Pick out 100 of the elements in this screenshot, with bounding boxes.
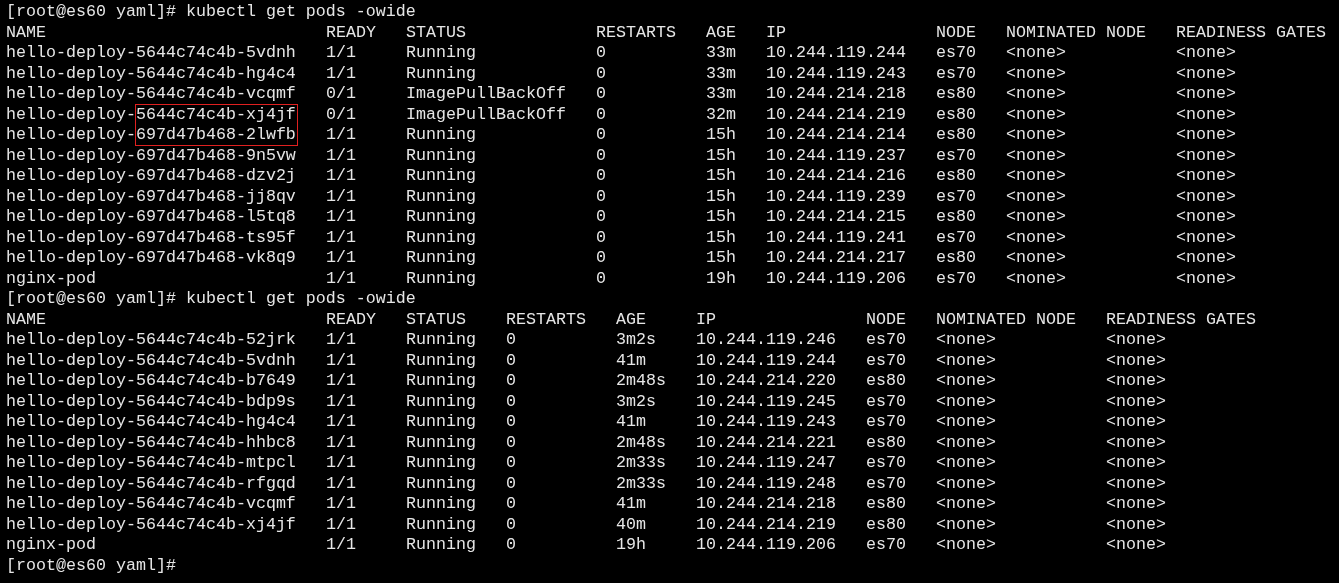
table-cell: 2m48s [616, 371, 666, 390]
table-cell: <none> [1006, 63, 1066, 83]
table-cell: 40m [616, 514, 646, 534]
table-cell: 1/1 [326, 43, 356, 62]
table-cell: hello-deploy-5644c74c4b-5vdnh [6, 43, 296, 62]
table-cell: 10.244.214.221 [696, 432, 836, 452]
table-cell: 0 [506, 391, 516, 411]
table-cell: Running [406, 186, 476, 206]
table-cell: 10.244.119.244 [696, 350, 836, 370]
table-cell: 1/1 [326, 391, 356, 411]
column-header: NODE [866, 309, 906, 329]
table-cell: es70 [936, 227, 976, 247]
table-cell: <none> [1176, 248, 1236, 267]
table-cell: hello-deploy-697d47b468-dzv2j [6, 166, 296, 185]
table-cell: <none> [1176, 84, 1236, 103]
table-cell: <none> [1006, 166, 1066, 185]
table-cell: <none> [1176, 145, 1236, 165]
table-cell: 0 [506, 350, 516, 370]
table-cell: 10.244.214.216 [766, 166, 906, 185]
table-cell: 1/1 [326, 371, 356, 390]
table-cell: 10.244.119.245 [696, 391, 836, 411]
table-cell: es80 [866, 514, 906, 534]
table-cell: 15h [706, 166, 736, 185]
column-header: STATUS [406, 309, 466, 329]
table-cell: es70 [936, 268, 976, 288]
table-cell: es70 [866, 350, 906, 370]
table-cell: 10.244.119.243 [696, 412, 836, 431]
table-cell: 0 [596, 186, 606, 206]
table-cell: 0 [596, 43, 606, 62]
table-cell: es80 [936, 104, 976, 124]
table-cell: hello-deploy-5644c74c4b-hg4c4 [6, 412, 296, 431]
table-cell: hello-deploy-5644c74c4b-bdp9s [6, 391, 296, 411]
table-cell: es80 [936, 125, 976, 144]
table-cell: <none> [1006, 125, 1066, 144]
table-cell: Running [406, 473, 476, 493]
table-cell: <none> [936, 494, 996, 513]
table-cell: <none> [936, 350, 996, 370]
table-cell: <none> [1106, 432, 1166, 452]
table-cell: 41m [616, 412, 646, 431]
table-cell: hello-deploy-5644c74c4b-vcqmf [6, 494, 296, 513]
table-cell: <none> [1176, 166, 1236, 185]
column-header: IP [766, 22, 786, 42]
table-cell: 41m [616, 494, 646, 513]
table-cell: 10.244.119.248 [696, 473, 836, 493]
table-cell: <none> [936, 453, 996, 472]
table-cell: hello-deploy-5644c74c4b-xj4jf [6, 514, 296, 534]
column-header: READINESS GATES [1106, 309, 1256, 329]
table-cell: <none> [1106, 412, 1166, 431]
table-cell: Running [406, 412, 476, 431]
table-cell: <none> [1106, 514, 1166, 534]
table-cell: Running [406, 453, 476, 472]
table-cell: hello-deploy-697d47b468-jj8qv [6, 186, 296, 206]
table-cell: hello-deploy-697d47b468-vk8q9 [6, 248, 296, 267]
table-cell: Running [406, 350, 476, 370]
table-cell: es80 [936, 166, 976, 185]
table-cell: 15h [706, 186, 736, 206]
table-cell: <none> [1106, 371, 1166, 390]
table-cell: 0 [506, 371, 516, 390]
table-cell: 15h [706, 248, 736, 267]
table-cell: es80 [866, 432, 906, 452]
table-cell: 1/1 [326, 145, 356, 165]
column-header: AGE [706, 22, 736, 42]
table-cell: 1/1 [326, 473, 356, 493]
table-cell: 1/1 [326, 350, 356, 370]
table-cell: Running [406, 371, 476, 390]
table-cell: ImagePullBackOff [406, 84, 566, 103]
table-cell: 0 [596, 145, 606, 165]
column-header: READY [326, 309, 376, 329]
table-cell: 15h [706, 125, 736, 144]
table-cell: <none> [1176, 268, 1236, 288]
table-cell: 10.244.214.217 [766, 248, 906, 267]
table-cell: 0/1 [326, 104, 356, 124]
table-cell: 10.244.119.243 [766, 63, 906, 83]
table-cell: es80 [866, 371, 906, 390]
table-cell: <none> [1106, 350, 1166, 370]
table-cell: 0 [596, 268, 606, 288]
table-cell: 3m2s [616, 391, 656, 411]
table-cell: 10.244.214.219 [696, 514, 836, 534]
table-cell: es80 [936, 207, 976, 226]
table-cell: Running [406, 166, 476, 185]
table-cell: <none> [936, 432, 996, 452]
table-cell: 10.244.119.247 [696, 453, 836, 472]
table-cell: hello-deploy-697d47b468-9n5vw [6, 145, 296, 165]
table-cell: <none> [1176, 63, 1236, 83]
table-cell: 0 [506, 473, 516, 493]
table-cell: hello-deploy-5644c74c4b-mtpcl [6, 453, 296, 472]
table-cell: <none> [1106, 391, 1166, 411]
table-cell: 10.244.214.215 [766, 207, 906, 226]
table-cell: 0 [506, 432, 516, 452]
table-cell: 2m48s [616, 432, 666, 452]
table-cell: <none> [1106, 494, 1166, 513]
table-cell: 1/1 [326, 63, 356, 83]
table-cell: es70 [866, 535, 906, 554]
table-cell: 1/1 [326, 432, 356, 452]
table-cell: <none> [936, 391, 996, 411]
table-cell: 2m33s [616, 473, 666, 493]
table-cell: 10.244.119.239 [766, 186, 906, 206]
table-cell: 1/1 [326, 227, 356, 247]
table-cell: hello-deploy-5644c74c4b-52jrk [6, 330, 296, 349]
table-cell: <none> [936, 412, 996, 431]
